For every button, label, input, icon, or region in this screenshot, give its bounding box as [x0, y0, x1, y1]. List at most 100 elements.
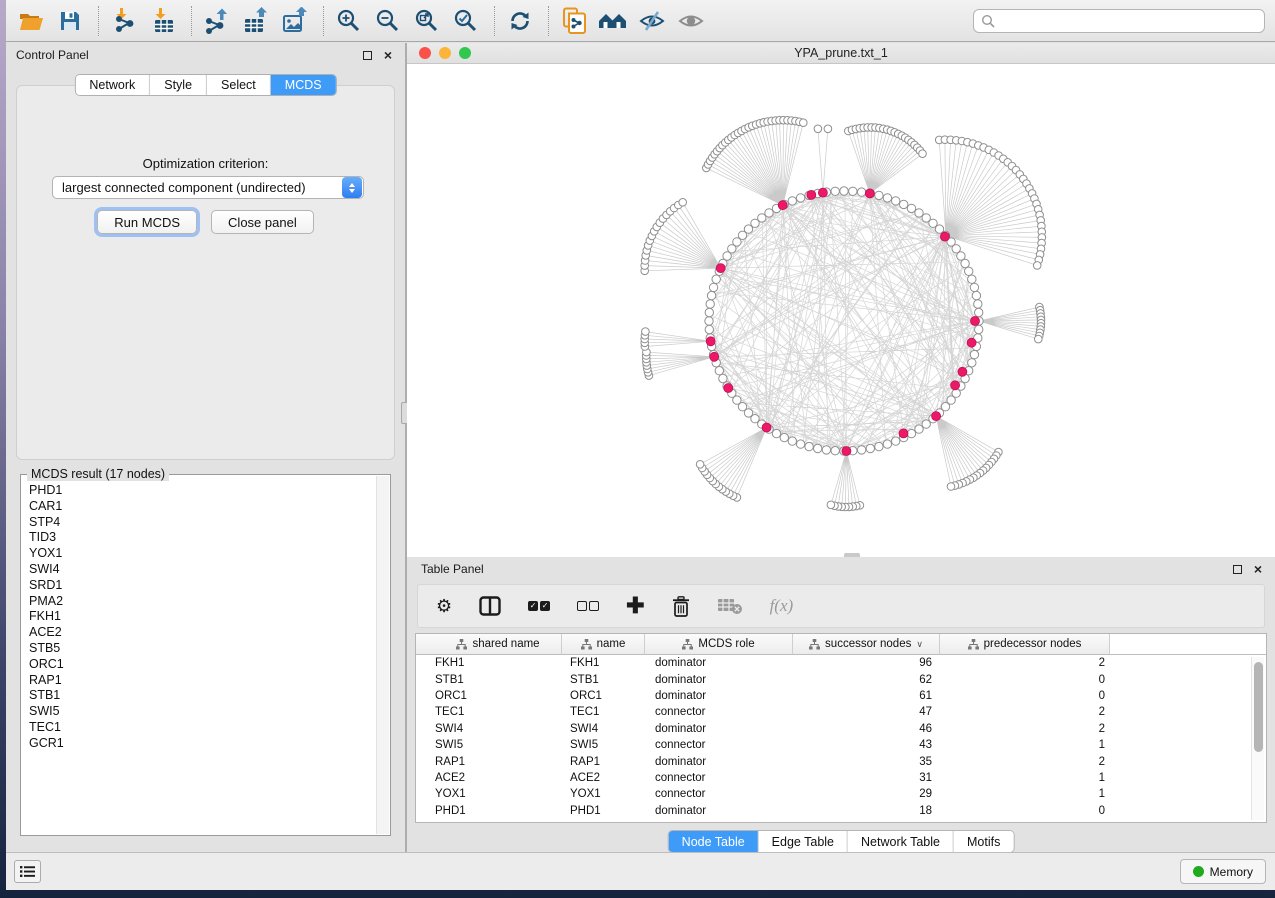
memory-status-icon: [1193, 866, 1204, 877]
export-image-icon[interactable]: [280, 6, 310, 36]
close-panel-button[interactable]: Close panel: [211, 210, 314, 234]
mcds-result-item[interactable]: YOX1: [29, 546, 375, 562]
mcds-list-scrollbar[interactable]: [376, 476, 389, 834]
mcds-result-item[interactable]: CAR1: [29, 499, 375, 515]
optimization-criterion-label: Optimization criterion:: [17, 156, 394, 171]
table-row[interactable]: SWI5 SWI5 connector 43 1: [416, 737, 1266, 753]
tree-icon: [809, 639, 820, 650]
mcds-result-item[interactable]: ORC1: [29, 657, 375, 673]
sort-descending-icon: ∨: [916, 639, 923, 650]
run-mcds-button[interactable]: Run MCDS: [97, 210, 197, 234]
mcds-result-item[interactable]: TID3: [29, 530, 375, 546]
network-canvas[interactable]: [407, 64, 1275, 557]
mcds-result-item[interactable]: STB1: [29, 688, 375, 704]
clone-network-icon[interactable]: [559, 6, 589, 36]
export-table-icon[interactable]: [241, 6, 271, 36]
criterion-dropdown[interactable]: largest connected component (undirected): [52, 176, 364, 199]
tab-network[interactable]: Network: [75, 75, 150, 95]
mcds-result-item[interactable]: RAP1: [29, 673, 375, 689]
table-scrollbar-thumb[interactable]: [1254, 662, 1263, 752]
mcds-result-item[interactable]: PMA2: [29, 594, 375, 610]
search-field[interactable]: [973, 9, 1265, 33]
dropdown-stepper-icon: [342, 177, 362, 198]
memory-label: Memory: [1210, 865, 1253, 879]
table-row[interactable]: YOX1 YOX1 connector 29 1: [416, 786, 1266, 802]
float-panel-icon[interactable]: [1230, 565, 1244, 574]
float-panel-icon[interactable]: [360, 51, 374, 60]
mcds-result-item[interactable]: FKH1: [29, 609, 375, 625]
application-window: Control Panel × Network Style Select MCD…: [6, 0, 1275, 890]
zoom-fit-icon[interactable]: [412, 6, 442, 36]
zoom-selected-icon[interactable]: [451, 6, 481, 36]
zoom-in-icon[interactable]: [334, 6, 364, 36]
control-panel: Control Panel × Network Style Select MCD…: [6, 43, 405, 858]
delete-columns-icon[interactable]: [672, 596, 690, 617]
tab-select[interactable]: Select: [207, 75, 271, 95]
column-header-shared-name[interactable]: shared name: [416, 634, 562, 655]
save-icon[interactable]: [55, 6, 85, 36]
status-bar: Memory: [6, 852, 1275, 890]
table-row[interactable]: SWI4 SWI4 dominator 46 2: [416, 721, 1266, 737]
hide-selected-icon[interactable]: [637, 6, 667, 36]
table-row[interactable]: FKH1 FKH1 dominator 96 2: [416, 655, 1266, 671]
table-row[interactable]: ACE2 ACE2 connector 31 1: [416, 770, 1266, 786]
table-row[interactable]: STB1 STB1 dominator 62 0: [416, 671, 1266, 687]
function-builder-icon: f(x): [770, 596, 794, 616]
table-panel-title: Table Panel: [421, 562, 484, 576]
main-toolbar: [6, 0, 1275, 42]
tab-style[interactable]: Style: [150, 75, 207, 95]
table-settings-icon[interactable]: ⚙: [436, 597, 452, 615]
table-header-row: shared name name MCDS role successor nod…: [416, 634, 1266, 655]
close-panel-icon[interactable]: ×: [1251, 564, 1265, 574]
column-header-filler: [1110, 634, 1266, 655]
tab-mcds[interactable]: MCDS: [271, 75, 336, 95]
mcds-result-item[interactable]: STP4: [29, 515, 375, 531]
table-scrollbar[interactable]: [1251, 657, 1264, 820]
mcds-result-item[interactable]: TEC1: [29, 720, 375, 736]
mcds-result-box: MCDS result (17 nodes) PHD1 CAR1 STP4 TI…: [20, 474, 391, 836]
task-history-button[interactable]: [14, 860, 41, 883]
toolbar-separator: [494, 6, 495, 36]
mcds-result-item[interactable]: STB5: [29, 641, 375, 657]
export-network-icon[interactable]: [202, 6, 232, 36]
first-neighbors-icon[interactable]: [598, 6, 628, 36]
select-all-rows-icon[interactable]: ✓✓: [528, 601, 550, 611]
list-icon: [20, 865, 35, 878]
table-row[interactable]: ORC1 ORC1 dominator 61 0: [416, 688, 1266, 704]
deselect-all-rows-icon[interactable]: [577, 601, 599, 611]
mcds-result-list[interactable]: PHD1 CAR1 STP4 TID3 YOX1 SWI4 SRD1 PMA2 …: [22, 479, 375, 834]
search-input[interactable]: [996, 14, 1264, 28]
close-panel-icon[interactable]: ×: [381, 50, 395, 60]
column-header-name[interactable]: name: [562, 634, 645, 655]
column-header-predecessor-nodes[interactable]: predecessor nodes: [940, 634, 1110, 655]
tab-edge-table[interactable]: Edge Table: [759, 831, 848, 852]
open-file-icon[interactable]: [16, 6, 46, 36]
tab-node-table[interactable]: Node Table: [669, 831, 759, 852]
mcds-options-panel: Optimization criterion: largest connecte…: [16, 85, 395, 460]
import-network-icon[interactable]: [109, 6, 139, 36]
toolbar-separator: [98, 6, 99, 36]
column-header-successor-nodes[interactable]: successor nodes∨: [793, 634, 940, 655]
control-panel-header: Control Panel ×: [6, 43, 405, 67]
mcds-result-item[interactable]: SWI5: [29, 704, 375, 720]
mcds-result-item[interactable]: GCR1: [29, 736, 375, 752]
toolbar-separator: [191, 6, 192, 36]
mcds-result-item[interactable]: PHD1: [29, 483, 375, 499]
merge-columns-icon[interactable]: [479, 596, 501, 616]
memory-button[interactable]: Memory: [1180, 859, 1266, 884]
mcds-result-item[interactable]: ACE2: [29, 625, 375, 641]
table-row[interactable]: PHD1 PHD1 dominator 18 0: [416, 803, 1266, 819]
table-row[interactable]: TEC1 TEC1 connector 47 2: [416, 704, 1266, 720]
show-all-icon[interactable]: [676, 6, 706, 36]
mcds-result-item[interactable]: SRD1: [29, 578, 375, 594]
tab-network-table[interactable]: Network Table: [848, 831, 954, 852]
add-column-icon[interactable]: ✚: [626, 597, 644, 615]
zoom-out-icon[interactable]: [373, 6, 403, 36]
table-row[interactable]: RAP1 RAP1 dominator 35 2: [416, 753, 1266, 769]
table-panel: Table Panel × ⚙ ✓✓ ✚ f(x) shared name: [407, 557, 1275, 852]
import-table-icon[interactable]: [148, 6, 178, 36]
mcds-result-item[interactable]: SWI4: [29, 562, 375, 578]
tab-motifs[interactable]: Motifs: [954, 831, 1013, 852]
refresh-icon[interactable]: [505, 6, 535, 36]
column-header-mcds-role[interactable]: MCDS role: [645, 634, 793, 655]
